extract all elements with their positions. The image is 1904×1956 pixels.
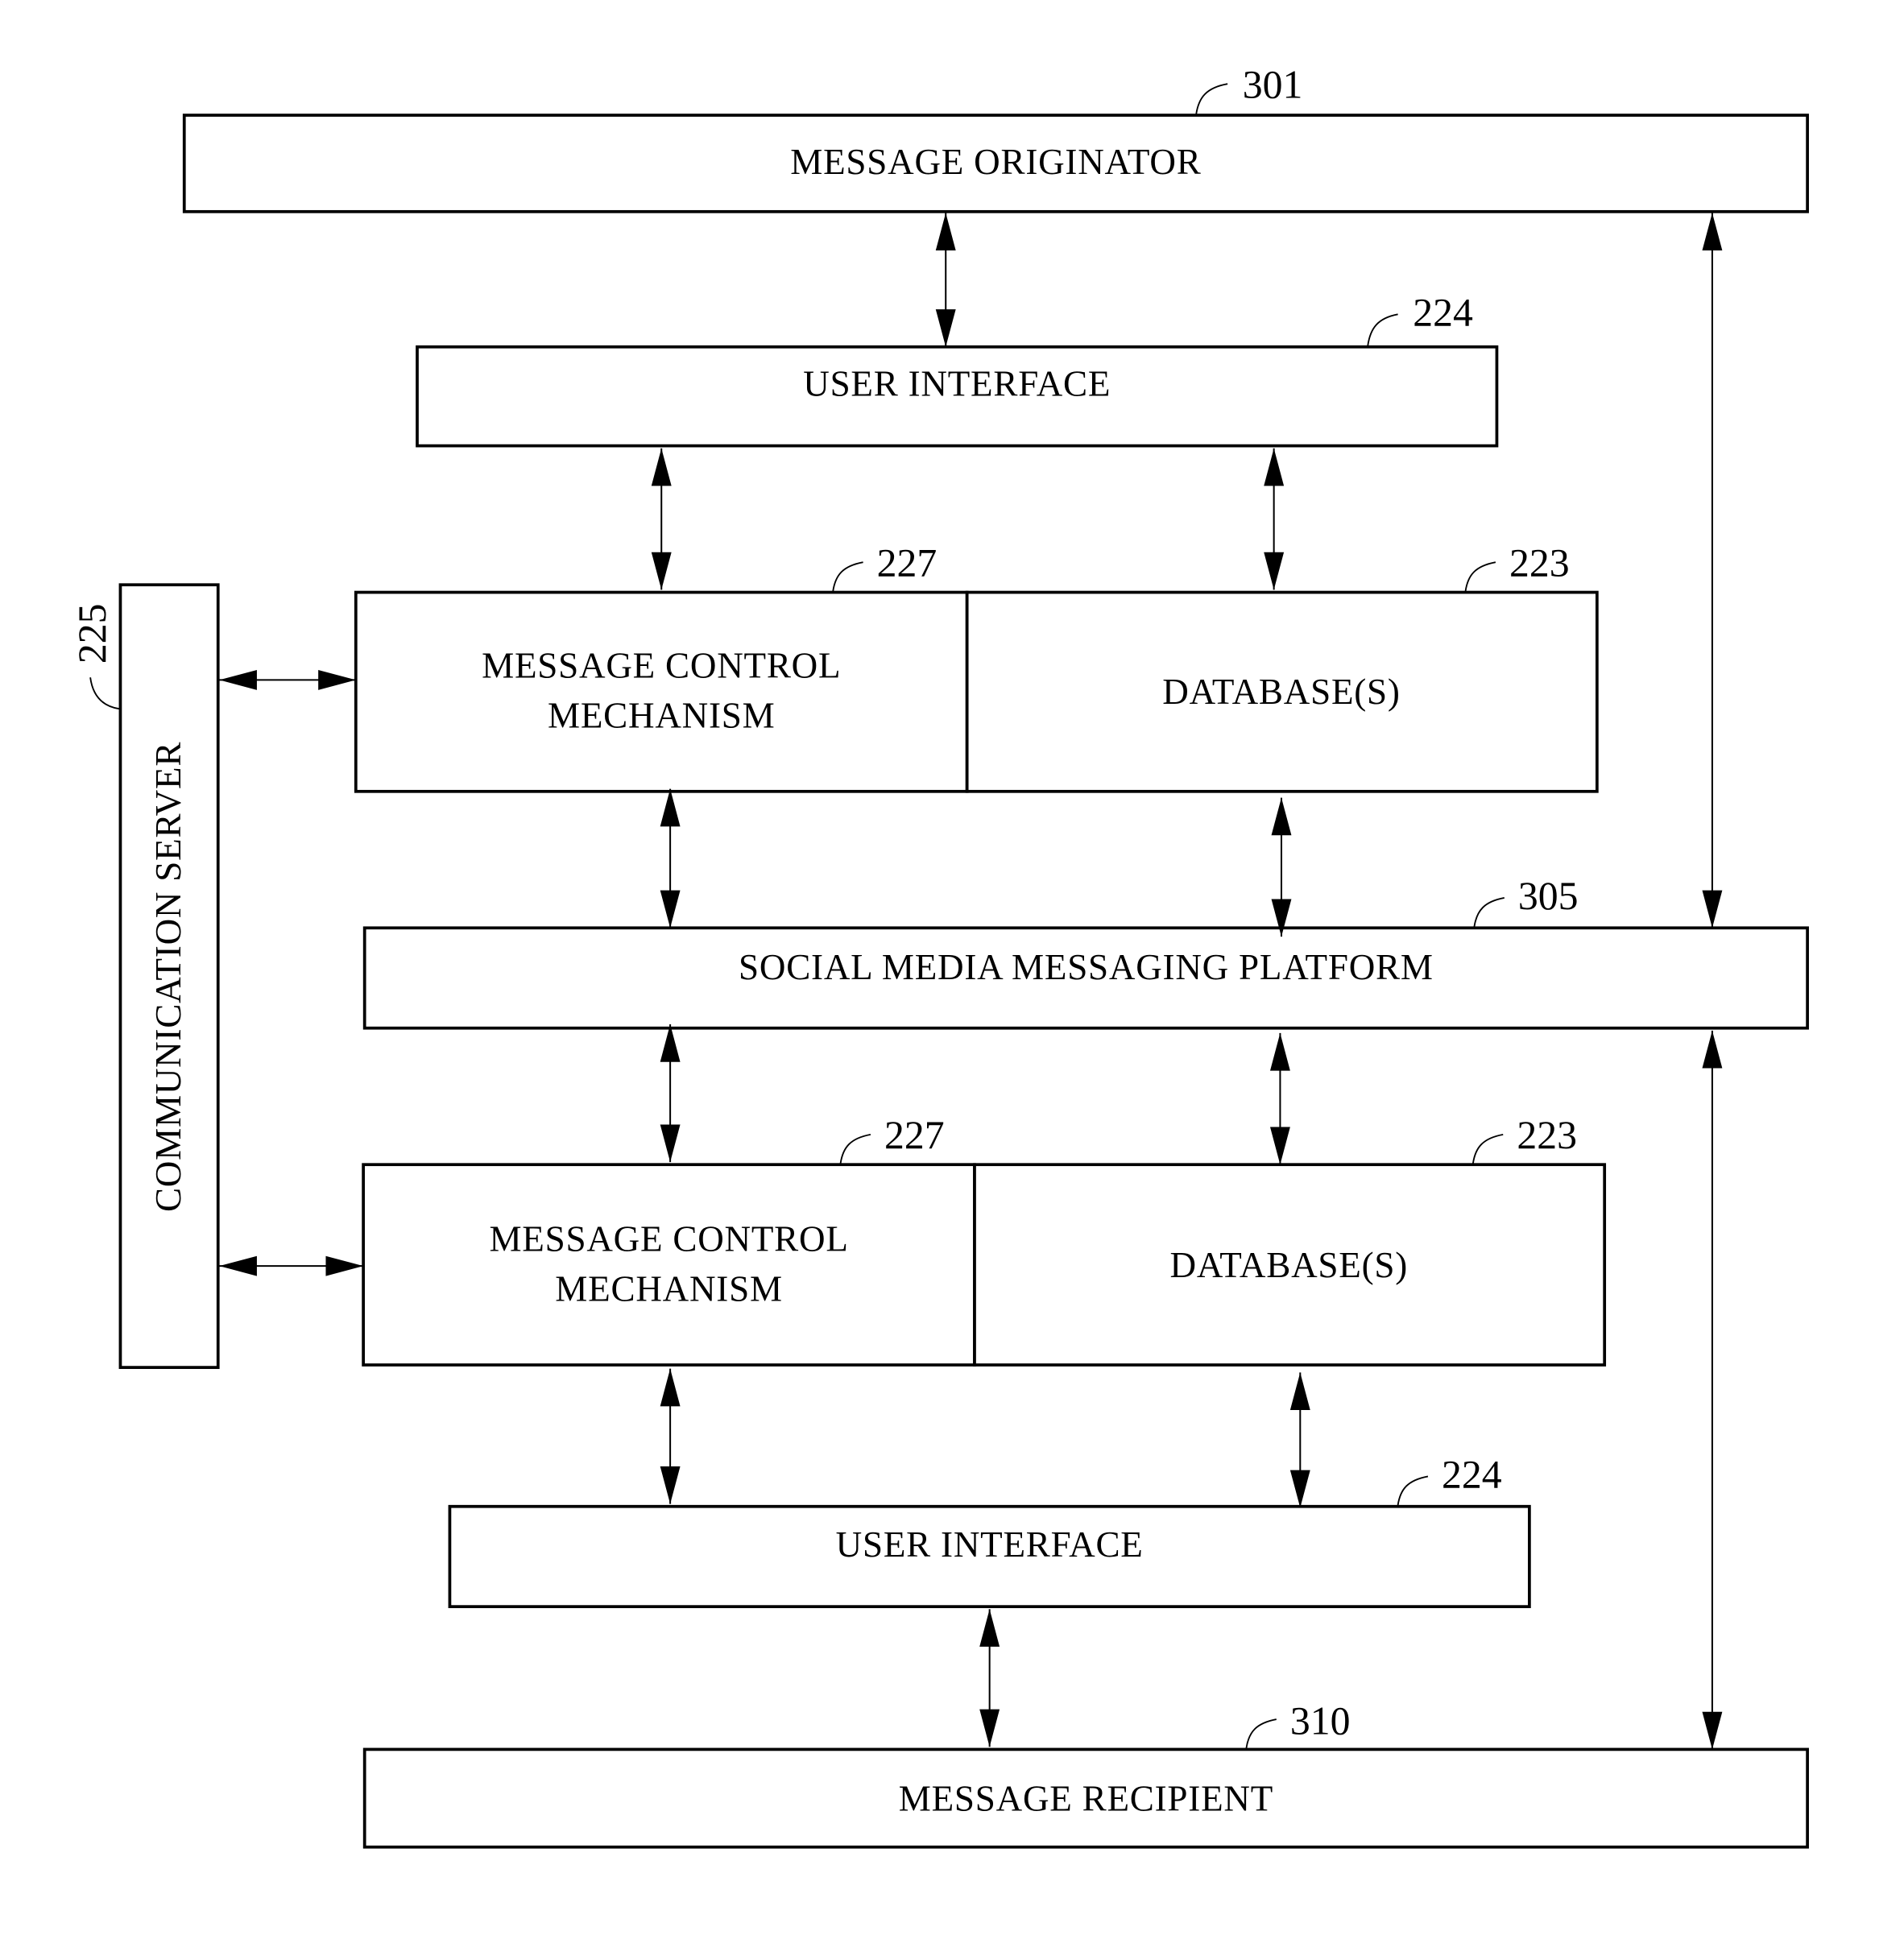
arrow-db-top-platform xyxy=(1271,797,1292,937)
arrow-mcm-top-platform xyxy=(660,788,681,928)
message-control-top-box xyxy=(354,590,969,793)
arrow-db-bottom-ui-bottom xyxy=(1289,1372,1310,1508)
user-interface-bottom-label: USER INTERFACE xyxy=(836,1524,1144,1565)
arrowhead-start xyxy=(1271,797,1292,836)
ref-leader-224-top xyxy=(1367,313,1398,346)
social-media-platform-label: SOCIAL MEDIA MESSAGING PLATFORM xyxy=(739,947,1434,987)
ref-leader-310 xyxy=(1245,1718,1277,1749)
databases-top-block: DATABASE(S) 223 xyxy=(965,540,1599,793)
ref-310: 310 xyxy=(1290,1699,1351,1743)
communication-server-label: COMMUNICATION SERVER xyxy=(148,742,188,1212)
message-originator-block: MESSAGE ORIGINATOR 301 xyxy=(182,62,1809,213)
arrowhead-end xyxy=(660,1466,681,1504)
ref-225: 225 xyxy=(70,604,114,664)
user-interface-bottom-block: USER INTERFACE 224 xyxy=(448,1452,1531,1609)
arrowhead-start xyxy=(979,1609,1000,1647)
ref-223-bottom: 223 xyxy=(1517,1113,1577,1157)
databases-bottom-label: DATABASE(S) xyxy=(1170,1245,1408,1285)
ref-leader-305 xyxy=(1473,897,1505,927)
arrowhead-start xyxy=(935,213,956,251)
arrowhead-end xyxy=(1702,1711,1723,1750)
arrowhead-start xyxy=(1702,1030,1723,1069)
ref-301: 301 xyxy=(1243,62,1303,106)
communication-server-block: COMMUNICATION SERVER 225 xyxy=(70,583,220,1369)
ref-224-top: 224 xyxy=(1413,290,1473,334)
databases-bottom-block: DATABASE(S) 223 xyxy=(973,1113,1607,1367)
arrowhead-end xyxy=(660,1124,681,1163)
arrow-platform-recipient xyxy=(1702,1030,1723,1750)
ref-leader-227-top xyxy=(832,561,863,592)
ref-leader-223-top xyxy=(1464,561,1496,592)
block-diagram: MESSAGE ORIGINATOR 301 USER INTERFACE 22… xyxy=(70,62,1809,1849)
message-control-bottom-label-line1: MESSAGE CONTROL xyxy=(489,1219,848,1259)
ref-223-top: 223 xyxy=(1509,540,1570,585)
arrow-originator-ui-top xyxy=(935,213,956,347)
arrow-ui-top-mcm-top xyxy=(651,448,672,590)
arrowhead-start xyxy=(219,1255,257,1276)
arrow-ui-top-db-top xyxy=(1264,448,1285,590)
arrow-platform-mcm-bottom xyxy=(660,1024,681,1163)
ref-leader-227-bottom xyxy=(839,1133,871,1164)
arrowhead-end xyxy=(1289,1470,1310,1508)
user-interface-top-block: USER INTERFACE 224 xyxy=(416,290,1499,448)
arrowhead-end xyxy=(651,552,672,590)
ref-leader-223-bottom xyxy=(1471,1133,1504,1164)
arrowhead-end xyxy=(979,1709,1000,1747)
arrowhead-start xyxy=(660,788,681,827)
arrow-ui-bottom-recipient xyxy=(979,1609,1000,1747)
ref-leader-225 xyxy=(89,677,120,710)
arrowhead-start xyxy=(1289,1372,1310,1410)
arrow-comm-server-mcm-top xyxy=(219,669,356,690)
message-control-bottom-box xyxy=(362,1163,976,1367)
arrow-platform-db-bottom xyxy=(1269,1032,1290,1165)
arrowhead-end xyxy=(660,890,681,928)
ref-leader-224-bottom xyxy=(1397,1475,1429,1506)
message-recipient-label: MESSAGE RECIPIENT xyxy=(899,1779,1273,1819)
arrow-comm-server-mcm-bottom xyxy=(219,1255,364,1276)
user-interface-top-label: USER INTERFACE xyxy=(803,363,1111,403)
message-originator-label: MESSAGE ORIGINATOR xyxy=(790,142,1201,182)
ref-leader-301 xyxy=(1195,83,1228,114)
arrow-mcm-bottom-ui-bottom xyxy=(660,1368,681,1504)
social-media-platform-block: SOCIAL MEDIA MESSAGING PLATFORM 305 xyxy=(362,874,1809,1030)
arrowhead-end xyxy=(1264,552,1285,590)
arrowhead-start xyxy=(660,1368,681,1407)
arrowhead-end xyxy=(1269,1127,1290,1165)
message-control-top-label-line1: MESSAGE CONTROL xyxy=(482,645,841,685)
message-control-top-label-line2: MECHANISM xyxy=(548,695,776,735)
arrowhead-start xyxy=(651,448,672,486)
ref-224-bottom: 224 xyxy=(1442,1452,1502,1496)
message-control-bottom-label-line2: MECHANISM xyxy=(555,1269,783,1309)
arrowhead-start xyxy=(219,669,257,690)
databases-top-label: DATABASE(S) xyxy=(1162,672,1400,712)
ref-227-bottom: 227 xyxy=(884,1113,945,1157)
arrowhead-start xyxy=(1702,213,1723,251)
arrowhead-start xyxy=(1269,1032,1290,1071)
arrowhead-start xyxy=(660,1024,681,1062)
arrowhead-end xyxy=(325,1255,364,1276)
arrowhead-end xyxy=(935,309,956,347)
arrowhead-end xyxy=(1702,890,1723,928)
arrowhead-end xyxy=(318,669,356,690)
ref-227-top: 227 xyxy=(877,540,938,585)
arrowhead-start xyxy=(1264,448,1285,486)
ref-305: 305 xyxy=(1518,874,1579,918)
message-recipient-block: MESSAGE RECIPIENT 310 xyxy=(362,1699,1809,1849)
arrow-originator-platform xyxy=(1702,213,1723,928)
